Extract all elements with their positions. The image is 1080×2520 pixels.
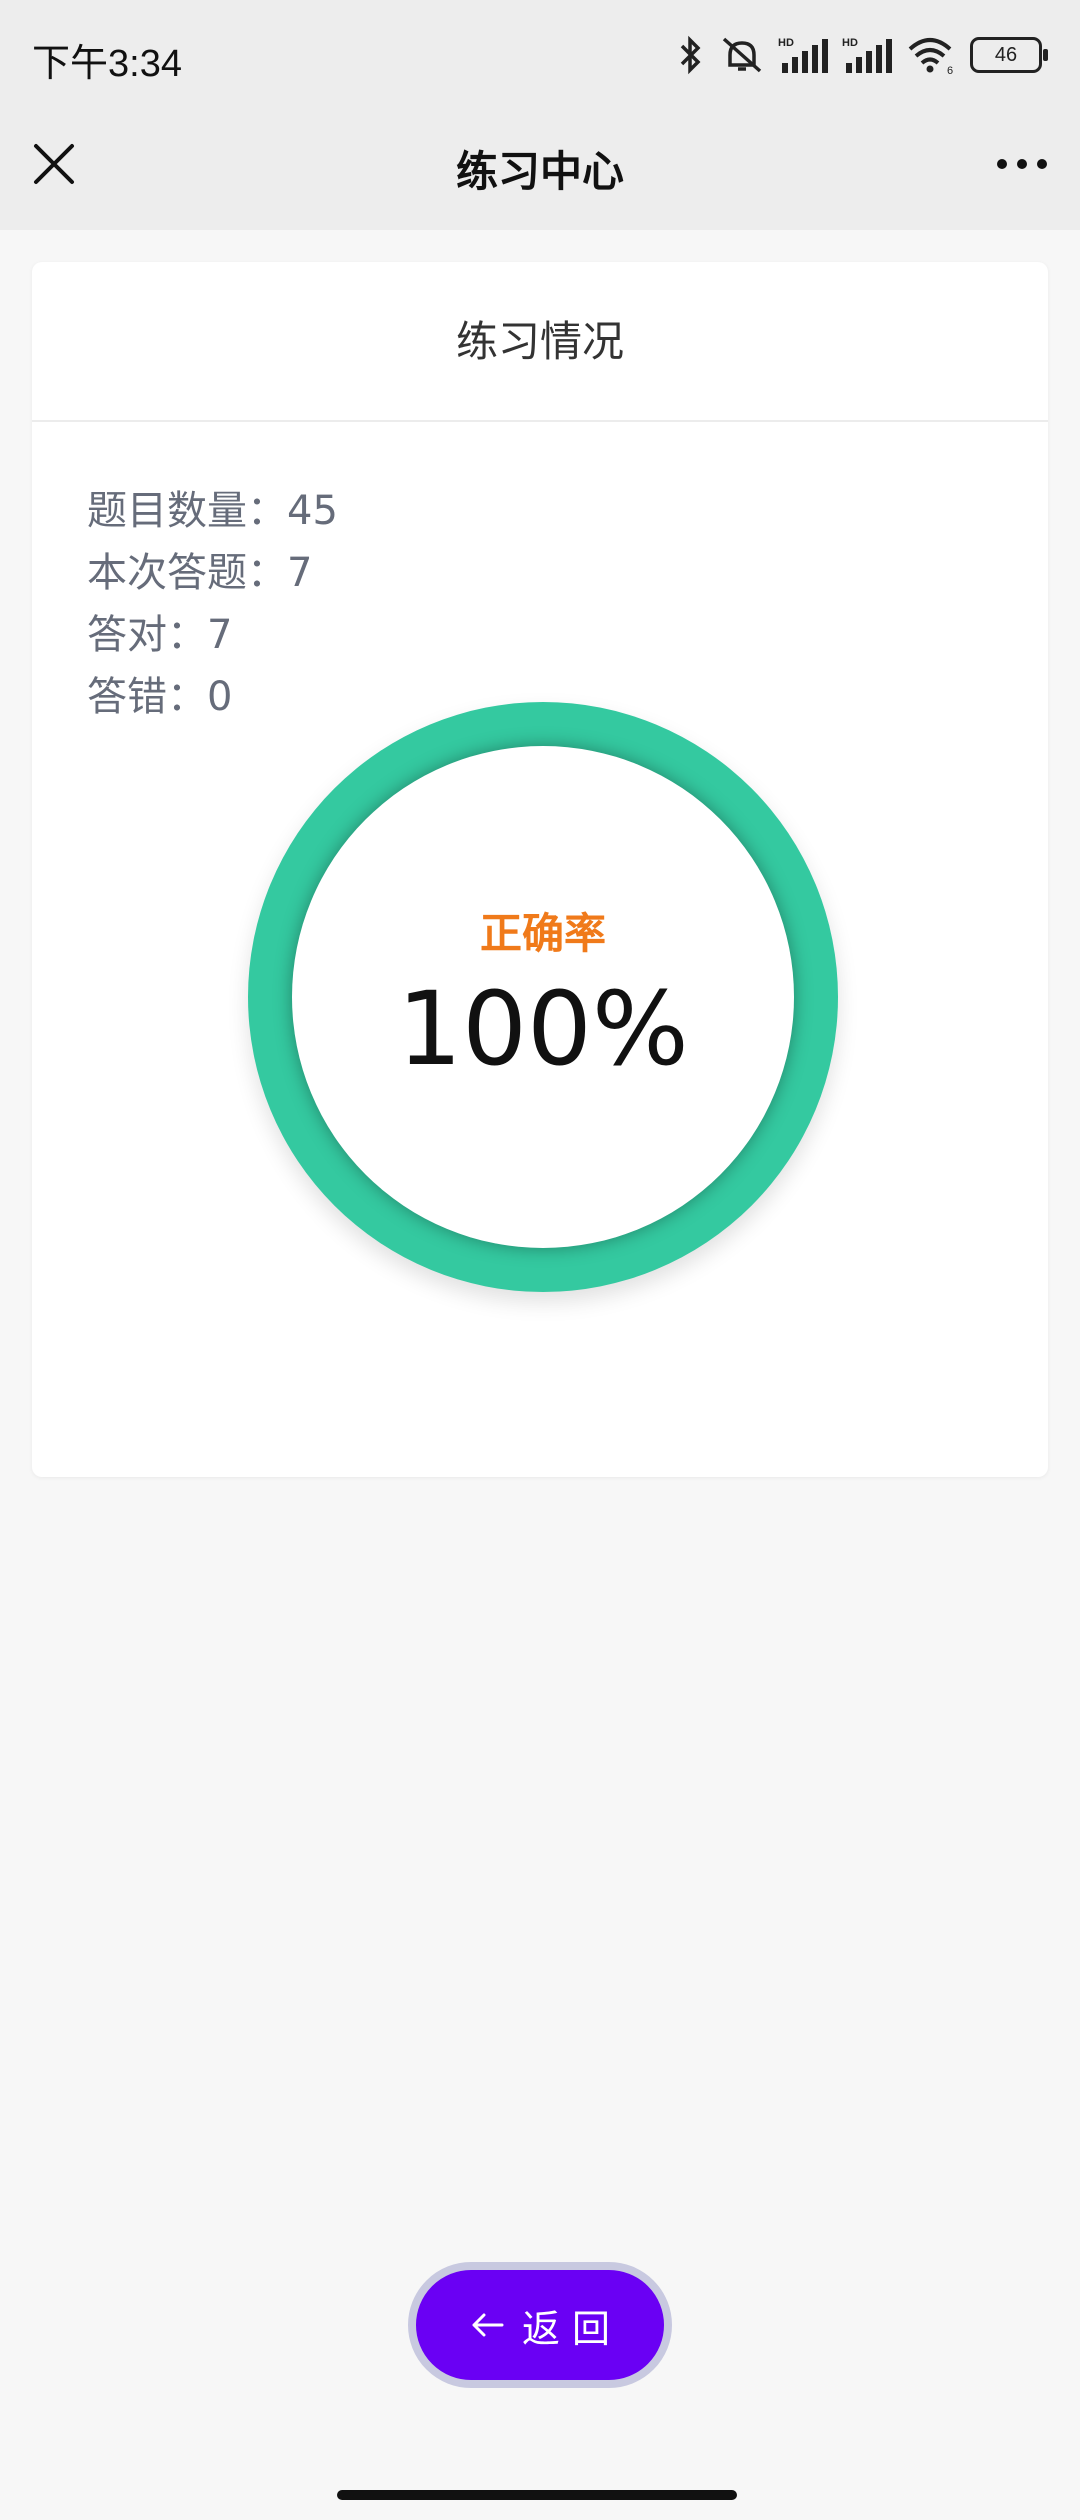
page-title: 练习中心 bbox=[455, 147, 624, 196]
stats-list: 题目数量：45 本次答题：7 答对：7 答错：0 bbox=[87, 480, 338, 728]
accuracy-label: 正确率 bbox=[479, 909, 606, 958]
nav-bar: 练习中心 bbox=[0, 110, 1080, 230]
stat-answered: 本次答题：7 bbox=[87, 550, 313, 596]
back-button[interactable]: 返 回 bbox=[408, 2262, 672, 2388]
battery-icon: 46 bbox=[970, 37, 1048, 73]
status-bar: 下午3:34 HD HD 6 46 bbox=[0, 0, 1080, 110]
svg-text:HD: HD bbox=[778, 37, 794, 49]
accuracy-ring: 正确率 100% bbox=[248, 702, 838, 1292]
more-icon[interactable] bbox=[994, 154, 1050, 174]
wifi-icon: 6 bbox=[908, 38, 953, 75]
back-button-label: 返 回 bbox=[521, 2306, 611, 2351]
accuracy-value: 100% bbox=[397, 970, 689, 1089]
status-time: 下午3:34 bbox=[32, 43, 182, 85]
signal-hd-icon: HD bbox=[778, 37, 828, 73]
svg-text:6: 6 bbox=[947, 65, 953, 75]
mute-icon bbox=[722, 37, 762, 73]
card-title: 练习情况 bbox=[32, 262, 1048, 422]
stat-correct: 答对：7 bbox=[87, 612, 233, 658]
stat-total-questions: 题目数量：45 bbox=[87, 488, 338, 534]
signal-hd-icon: HD bbox=[842, 37, 892, 73]
status-icons: HD HD 6 46 bbox=[674, 30, 1048, 80]
bluetooth-icon bbox=[680, 35, 701, 75]
home-indicator[interactable] bbox=[337, 2490, 737, 2500]
arrow-left-icon bbox=[472, 2313, 504, 2337]
practice-summary-card: 练习情况 题目数量：45 本次答题：7 答对：7 答错：0 正确率 100% bbox=[32, 262, 1048, 1477]
svg-text:HD: HD bbox=[842, 37, 858, 49]
